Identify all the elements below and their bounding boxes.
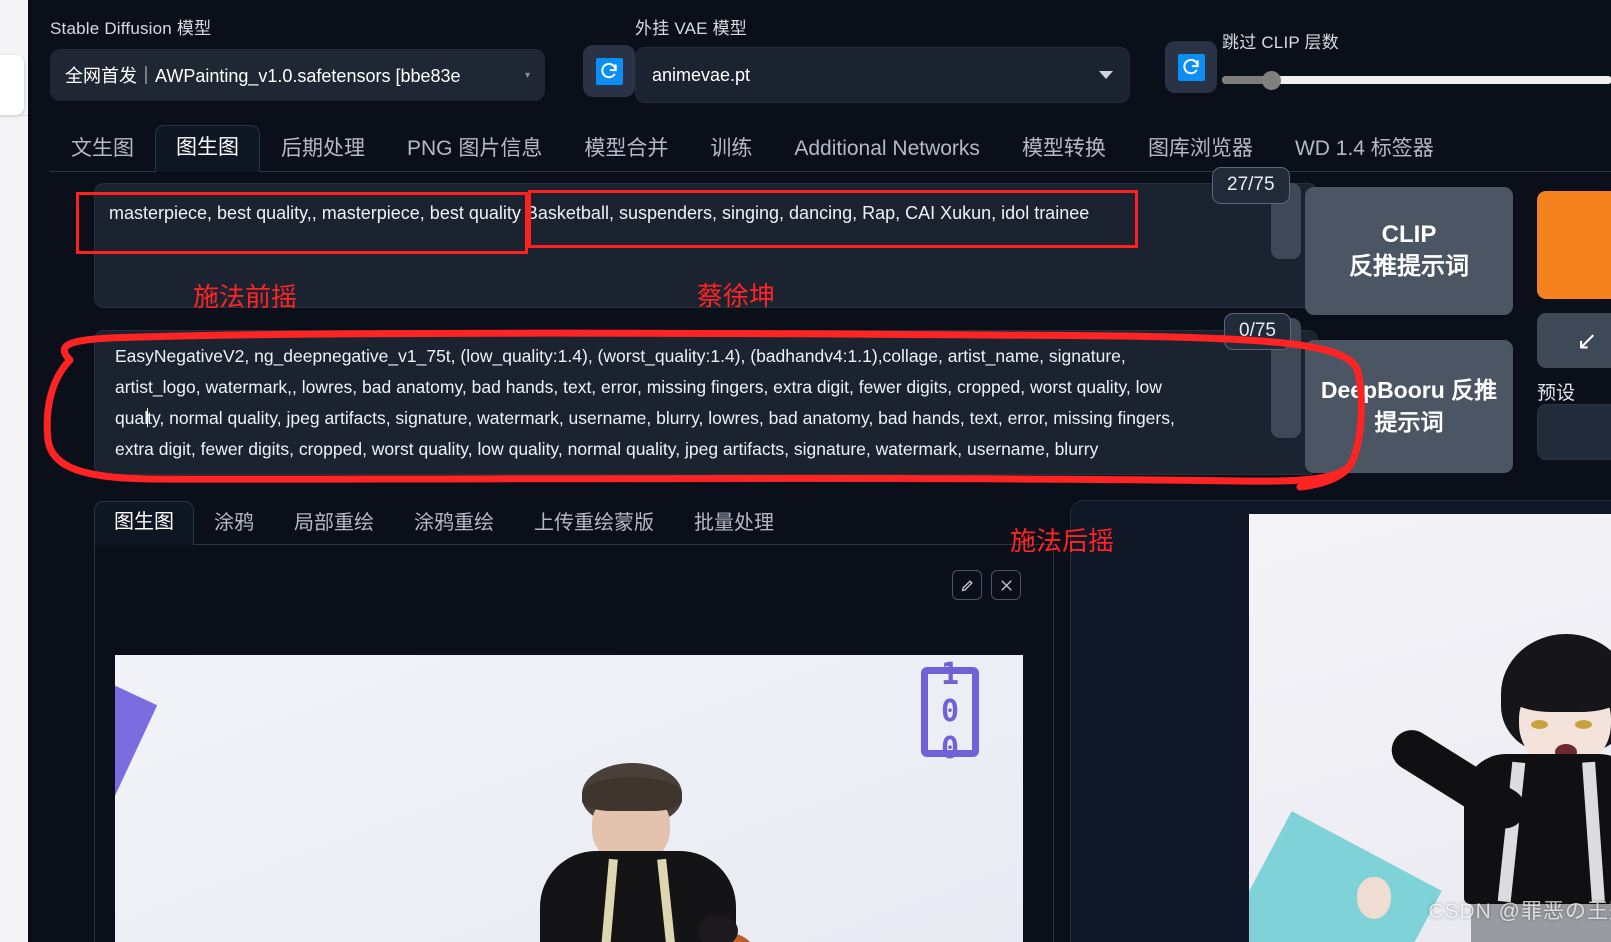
- vae-model-group: 外挂 VAE 模型 animevae.pt: [635, 14, 1130, 103]
- negative-line-2: artist_logo, watermark,, lowres, bad ana…: [115, 377, 1162, 397]
- tab-additional-networks[interactable]: Additional Networks: [773, 128, 1001, 171]
- clip-skip-slider[interactable]: [1222, 69, 1611, 91]
- subject-hand: [698, 915, 738, 942]
- generated-image[interactable]: CSDN @罪恶の王冠: [1249, 514, 1611, 942]
- image-toolbar: [952, 570, 1021, 600]
- refresh-sd-model-button[interactable]: [583, 45, 635, 97]
- negative-prompt-textarea[interactable]: EasyNegativeV2, ng_deepnegative_v1_75t, …: [115, 341, 1305, 465]
- subtab-batch[interactable]: 批量处理: [674, 504, 794, 544]
- tab-model-converter[interactable]: 模型转换: [1001, 128, 1127, 171]
- positive-prompt-part1: masterpiece, best quality,, masterpiece,…: [109, 203, 521, 223]
- source-image-logo: 100: [921, 657, 979, 768]
- preset-label: 预设: [1537, 383, 1576, 404]
- deepbooru-interrogate-button[interactable]: DeepBooru 反推提示词: [1305, 340, 1513, 473]
- negative-token-counter: 0/75: [1224, 313, 1291, 350]
- clip-interrogate-button[interactable]: CLIP 反推提示词: [1305, 187, 1513, 315]
- refresh-vae-model-button[interactable]: [1165, 41, 1217, 93]
- clip-skip-group: 跳过 CLIP 层数: [1222, 28, 1611, 91]
- generated-eye-left: [1531, 720, 1548, 729]
- webui-app: Stable Diffusion 模型 全网首发｜AWPainting_v1.0…: [28, 0, 1611, 942]
- result-preview-panel: CSDN @罪恶の王冠: [1070, 500, 1611, 942]
- tab-txt2img[interactable]: 文生图: [50, 128, 155, 171]
- annotation-label-suffix: 施法后摇: [1010, 526, 1115, 556]
- pencil-icon[interactable]: [952, 570, 982, 600]
- subtab-inpaint[interactable]: 局部重绘: [274, 504, 394, 544]
- chevron-down-icon: [1099, 71, 1113, 79]
- positive-prompt-textarea[interactable]: masterpiece, best quality,, masterpiece,…: [109, 194, 1301, 232]
- model-selection-row: Stable Diffusion 模型 全网首发｜AWPainting_v1.0…: [50, 14, 1611, 106]
- annotation-label-subject: 蔡徐坤: [697, 281, 776, 311]
- negative-line-3: qualty, normal quality, jpeg artifacts, …: [115, 403, 1305, 434]
- chevron-down-icon: ▾: [524, 69, 530, 81]
- sd-model-dropdown[interactable]: 全网首发｜AWPainting_v1.0.safetensors [bbe83e…: [50, 49, 545, 101]
- subtab-inpaint-sketch[interactable]: 涂鸦重绘: [394, 504, 514, 544]
- edge-divider: [0, 115, 28, 116]
- source-image-subject: [530, 763, 760, 942]
- subtab-inpaint-upload[interactable]: 上传重绘蒙版: [514, 504, 674, 544]
- subtab-img2img[interactable]: 图生图: [94, 501, 194, 545]
- negative-line-3a: qual: [115, 408, 149, 428]
- tab-extras[interactable]: 后期处理: [260, 128, 386, 171]
- generated-eye-right: [1575, 720, 1592, 729]
- clip-interrogate-line2: 反推提示词: [1349, 253, 1469, 280]
- apply-style-button[interactable]: ↙: [1537, 313, 1611, 368]
- negative-line-4: extra digit, fewer digits, cropped, wors…: [115, 439, 1099, 459]
- img2img-sub-tab-bar: 图生图 涂鸦 局部重绘 涂鸦重绘 上传重绘蒙版 批量处理: [94, 497, 1054, 545]
- close-icon[interactable]: [991, 570, 1021, 600]
- tab-img2img[interactable]: 图生图: [155, 125, 260, 172]
- tab-train[interactable]: 训练: [689, 128, 773, 171]
- vae-model-value: animevae.pt: [652, 64, 751, 85]
- positive-token-counter: 27/75: [1212, 167, 1290, 204]
- img2img-source-area[interactable]: 100: [94, 545, 1054, 942]
- tab-wd14-tagger[interactable]: WD 1.4 标签器: [1274, 128, 1455, 171]
- vae-model-dropdown[interactable]: animevae.pt: [635, 47, 1130, 103]
- source-image-preview[interactable]: 100: [115, 655, 1023, 942]
- sd-model-group: Stable Diffusion 模型 全网首发｜AWPainting_v1.0…: [50, 14, 545, 101]
- clip-skip-label: 跳过 CLIP 层数: [1222, 33, 1339, 52]
- refresh-icon: [1177, 53, 1205, 81]
- browser-edge-strip: [0, 0, 28, 942]
- sd-model-label: Stable Diffusion 模型: [50, 19, 212, 38]
- annotation-label-prefix: 施法前摇: [193, 282, 298, 312]
- arrow-down-left-icon: ↙: [1576, 326, 1598, 355]
- tab-image-browser[interactable]: 图库浏览器: [1127, 128, 1274, 171]
- main-tab-bar: 文生图 图生图 后期处理 PNG 图片信息 模型合并 训练 Additional…: [50, 122, 1611, 172]
- negative-prompt-panel[interactable]: EasyNegativeV2, ng_deepnegative_v1_75t, …: [94, 330, 1318, 475]
- negative-line-1: EasyNegativeV2, ng_deepnegative_v1_75t, …: [115, 346, 1126, 366]
- generated-hand: [1357, 877, 1391, 919]
- slider-thumb[interactable]: [1262, 71, 1281, 90]
- positive-prompt-part2: Basketball, suspenders, singing, dancing…: [525, 203, 1090, 223]
- generated-hair-front: [1503, 652, 1611, 712]
- refresh-icon: [595, 57, 623, 85]
- generate-button[interactable]: [1537, 191, 1611, 299]
- csdn-watermark: CSDN @罪恶の王冠: [1428, 900, 1611, 923]
- subject-hair-front: [582, 777, 682, 811]
- negative-line-3b: ty, normal quality, jpeg artifacts, sign…: [147, 408, 1175, 428]
- preset-dropdown[interactable]: [1537, 404, 1611, 460]
- subtab-sketch[interactable]: 涂鸦: [194, 504, 274, 544]
- clip-interrogate-line1: CLIP: [1381, 220, 1437, 248]
- edge-shadow: [28, 0, 34, 942]
- vae-model-label: 外挂 VAE 模型: [635, 19, 748, 38]
- sd-model-value: 全网首发｜AWPainting_v1.0.safetensors [bbe83e: [65, 66, 461, 86]
- tab-png-info[interactable]: PNG 图片信息: [386, 128, 563, 171]
- browser-side-tab[interactable]: [0, 55, 24, 115]
- tab-checkpoint-merger[interactable]: 模型合并: [563, 128, 689, 171]
- app-window: Stable Diffusion 模型 全网首发｜AWPainting_v1.0…: [0, 0, 1611, 942]
